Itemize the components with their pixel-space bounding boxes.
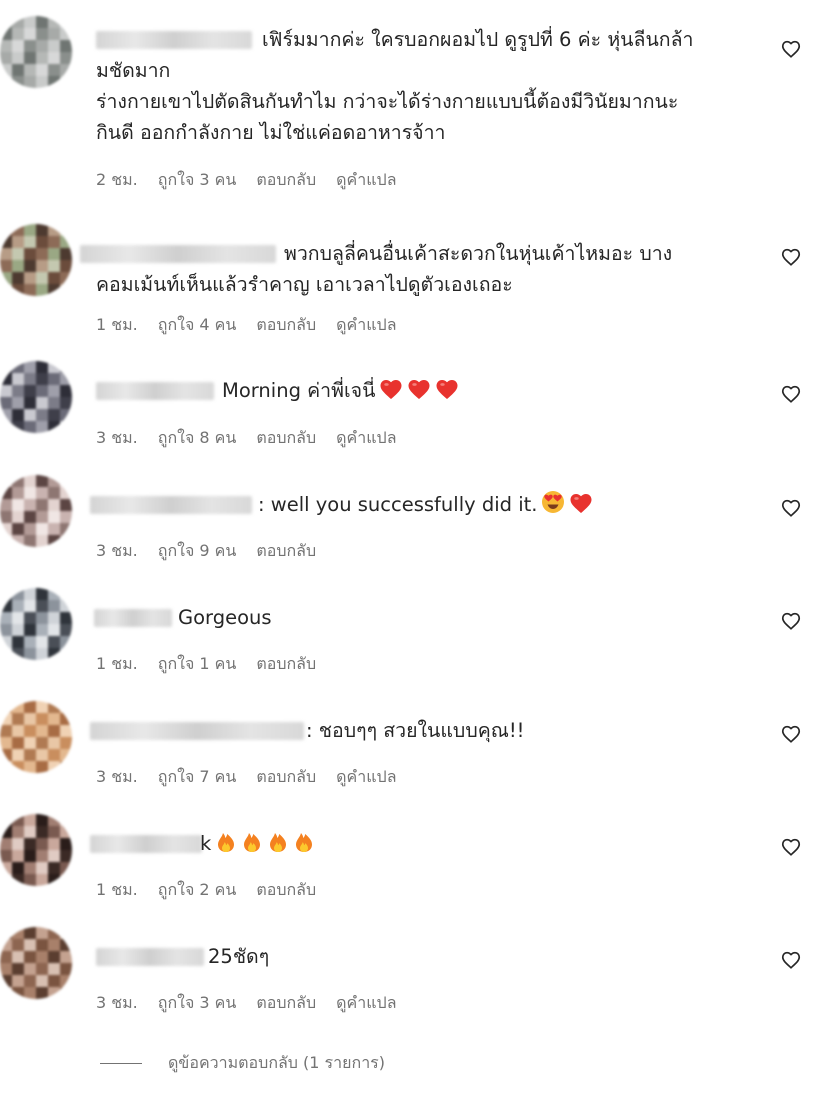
translate-button[interactable]: ดูคำแปล (336, 991, 396, 1016)
comment-meta: 3 ชม. ถูกใจ 8 คน ตอบกลับ ดูคำแปล (96, 426, 417, 451)
avatar[interactable] (0, 475, 72, 547)
view-replies-link[interactable]: ดูข้อความตอบกลับ (1 รายการ) (100, 1051, 385, 1076)
comment-meta: 1 ชม. ถูกใจ 1 คน ตอบกลับ (96, 652, 336, 677)
comment-meta: 3 ชม. ถูกใจ 3 คน ตอบกลับ ดูคำแปล (96, 991, 417, 1016)
divider-line (100, 1063, 142, 1064)
reply-button[interactable]: ตอบกลับ (256, 991, 316, 1016)
reply-button[interactable]: ตอบกลับ (256, 168, 316, 193)
like-heart-icon[interactable] (780, 246, 802, 268)
likes-count[interactable]: ถูกใจ 4 คน (158, 313, 237, 338)
reply-button[interactable]: ตอบกลับ (256, 313, 316, 338)
avatar[interactable] (0, 361, 72, 433)
like-heart-icon[interactable] (780, 836, 802, 858)
comment-meta: 3 ชม. ถูกใจ 9 คน ตอบกลับ (96, 539, 336, 564)
heart-emoji-icon (407, 378, 431, 409)
reply-button[interactable]: ตอบกลับ (256, 878, 316, 903)
heart-emoji-icon (435, 378, 459, 409)
likes-count[interactable]: ถูกใจ 8 คน (158, 426, 237, 451)
likes-count[interactable]: ถูกใจ 1 คน (158, 652, 237, 677)
avatar[interactable] (0, 814, 72, 886)
heart-emoji-icon (379, 378, 403, 409)
fire-emoji-icon (215, 829, 237, 862)
comment-text: คอมเม้นท์เห็นแล้วรำคาญ เอาเวลาไปดูตัวเอง… (96, 273, 513, 296)
translate-button[interactable]: ดูคำแปล (336, 765, 396, 790)
comment-text: กินดี ออกกำลังกาย ไม่ใช่แค่อดอาหารจ้าา (96, 121, 446, 144)
comment-text: พวกบลูลี่คนอื่นเค้าสะดวกในหุ่นเค้าไหมอะ … (284, 242, 673, 265)
timestamp: 1 ชม. (96, 315, 138, 334)
comment-text: เฟิร์มมากค่ะ ใครบอกผอมไป ดูรูปที่ 6 ค่ะ … (262, 28, 694, 51)
likes-count[interactable]: ถูกใจ 3 คน (158, 168, 237, 193)
comment-meta: 1 ชม. ถูกใจ 4 คน ตอบกลับ ดูคำแปล (96, 313, 417, 338)
username-redacted[interactable] (96, 948, 204, 966)
avatar[interactable] (0, 16, 72, 88)
username-redacted[interactable] (90, 722, 304, 740)
comment-text: Gorgeous (178, 606, 272, 629)
fire-emoji-icon (241, 829, 263, 862)
username-redacted[interactable] (96, 382, 214, 400)
likes-count[interactable]: ถูกใจ 3 คน (158, 991, 237, 1016)
like-heart-icon[interactable] (780, 38, 802, 60)
comment-meta: 1 ชม. ถูกใจ 2 คน ตอบกลับ (96, 878, 336, 903)
translate-button[interactable]: ดูคำแปล (336, 168, 396, 193)
like-heart-icon[interactable] (780, 497, 802, 519)
username-redacted[interactable] (90, 835, 202, 853)
timestamp: 2 ชม. (96, 170, 138, 189)
like-heart-icon[interactable] (780, 949, 802, 971)
view-replies-label: ดูข้อความตอบกลับ (1 รายการ) (168, 1053, 386, 1072)
comment-meta: 2 ชม. ถูกใจ 3 คน ตอบกลับ ดูคำแปล (96, 168, 417, 193)
like-heart-icon[interactable] (780, 610, 802, 632)
comment-text: : ชอบๆๆ สวยในแบบคุณ!! (306, 719, 525, 742)
like-heart-icon[interactable] (780, 383, 802, 405)
timestamp: 1 ชม. (96, 654, 138, 673)
heart-eyes-emoji-icon (541, 490, 565, 523)
comment-text: มชัดมาก (96, 59, 171, 82)
likes-count[interactable]: ถูกใจ 7 คน (158, 765, 237, 790)
translate-button[interactable]: ดูคำแปล (336, 313, 396, 338)
avatar[interactable] (0, 588, 72, 660)
username-redacted[interactable] (94, 609, 172, 627)
avatar[interactable] (0, 927, 72, 999)
comment-text: 25ชัดๆ (208, 945, 270, 968)
username-redacted[interactable] (90, 496, 252, 514)
comment-text: : well you successfully did it. (258, 489, 593, 523)
comment-text: Morning ค่าพี่เจนี่ (222, 375, 459, 409)
timestamp: 3 ชม. (96, 993, 138, 1012)
timestamp: 3 ชม. (96, 428, 138, 447)
heart-emoji-icon (569, 492, 593, 523)
timestamp: 3 ชม. (96, 541, 138, 560)
reply-button[interactable]: ตอบกลับ (256, 652, 316, 677)
fire-emoji-icon (267, 829, 289, 862)
username-redacted[interactable] (80, 245, 276, 263)
avatar[interactable] (0, 224, 72, 296)
comment-text: k (200, 828, 315, 862)
reply-button[interactable]: ตอบกลับ (256, 539, 316, 564)
username-redacted[interactable] (96, 31, 252, 49)
likes-count[interactable]: ถูกใจ 2 คน (158, 878, 237, 903)
like-heart-icon[interactable] (780, 723, 802, 745)
reply-button[interactable]: ตอบกลับ (256, 765, 316, 790)
reply-button[interactable]: ตอบกลับ (256, 426, 316, 451)
fire-emoji-icon (293, 829, 315, 862)
timestamp: 1 ชม. (96, 880, 138, 899)
translate-button[interactable]: ดูคำแปล (336, 426, 396, 451)
comment-text: ร่างกายเขาไปตัดสินกันทำไม กว่าจะได้ร่างก… (96, 90, 679, 113)
avatar[interactable] (0, 701, 72, 773)
likes-count[interactable]: ถูกใจ 9 คน (158, 539, 237, 564)
timestamp: 3 ชม. (96, 767, 138, 786)
comment-meta: 3 ชม. ถูกใจ 7 คน ตอบกลับ ดูคำแปล (96, 765, 417, 790)
